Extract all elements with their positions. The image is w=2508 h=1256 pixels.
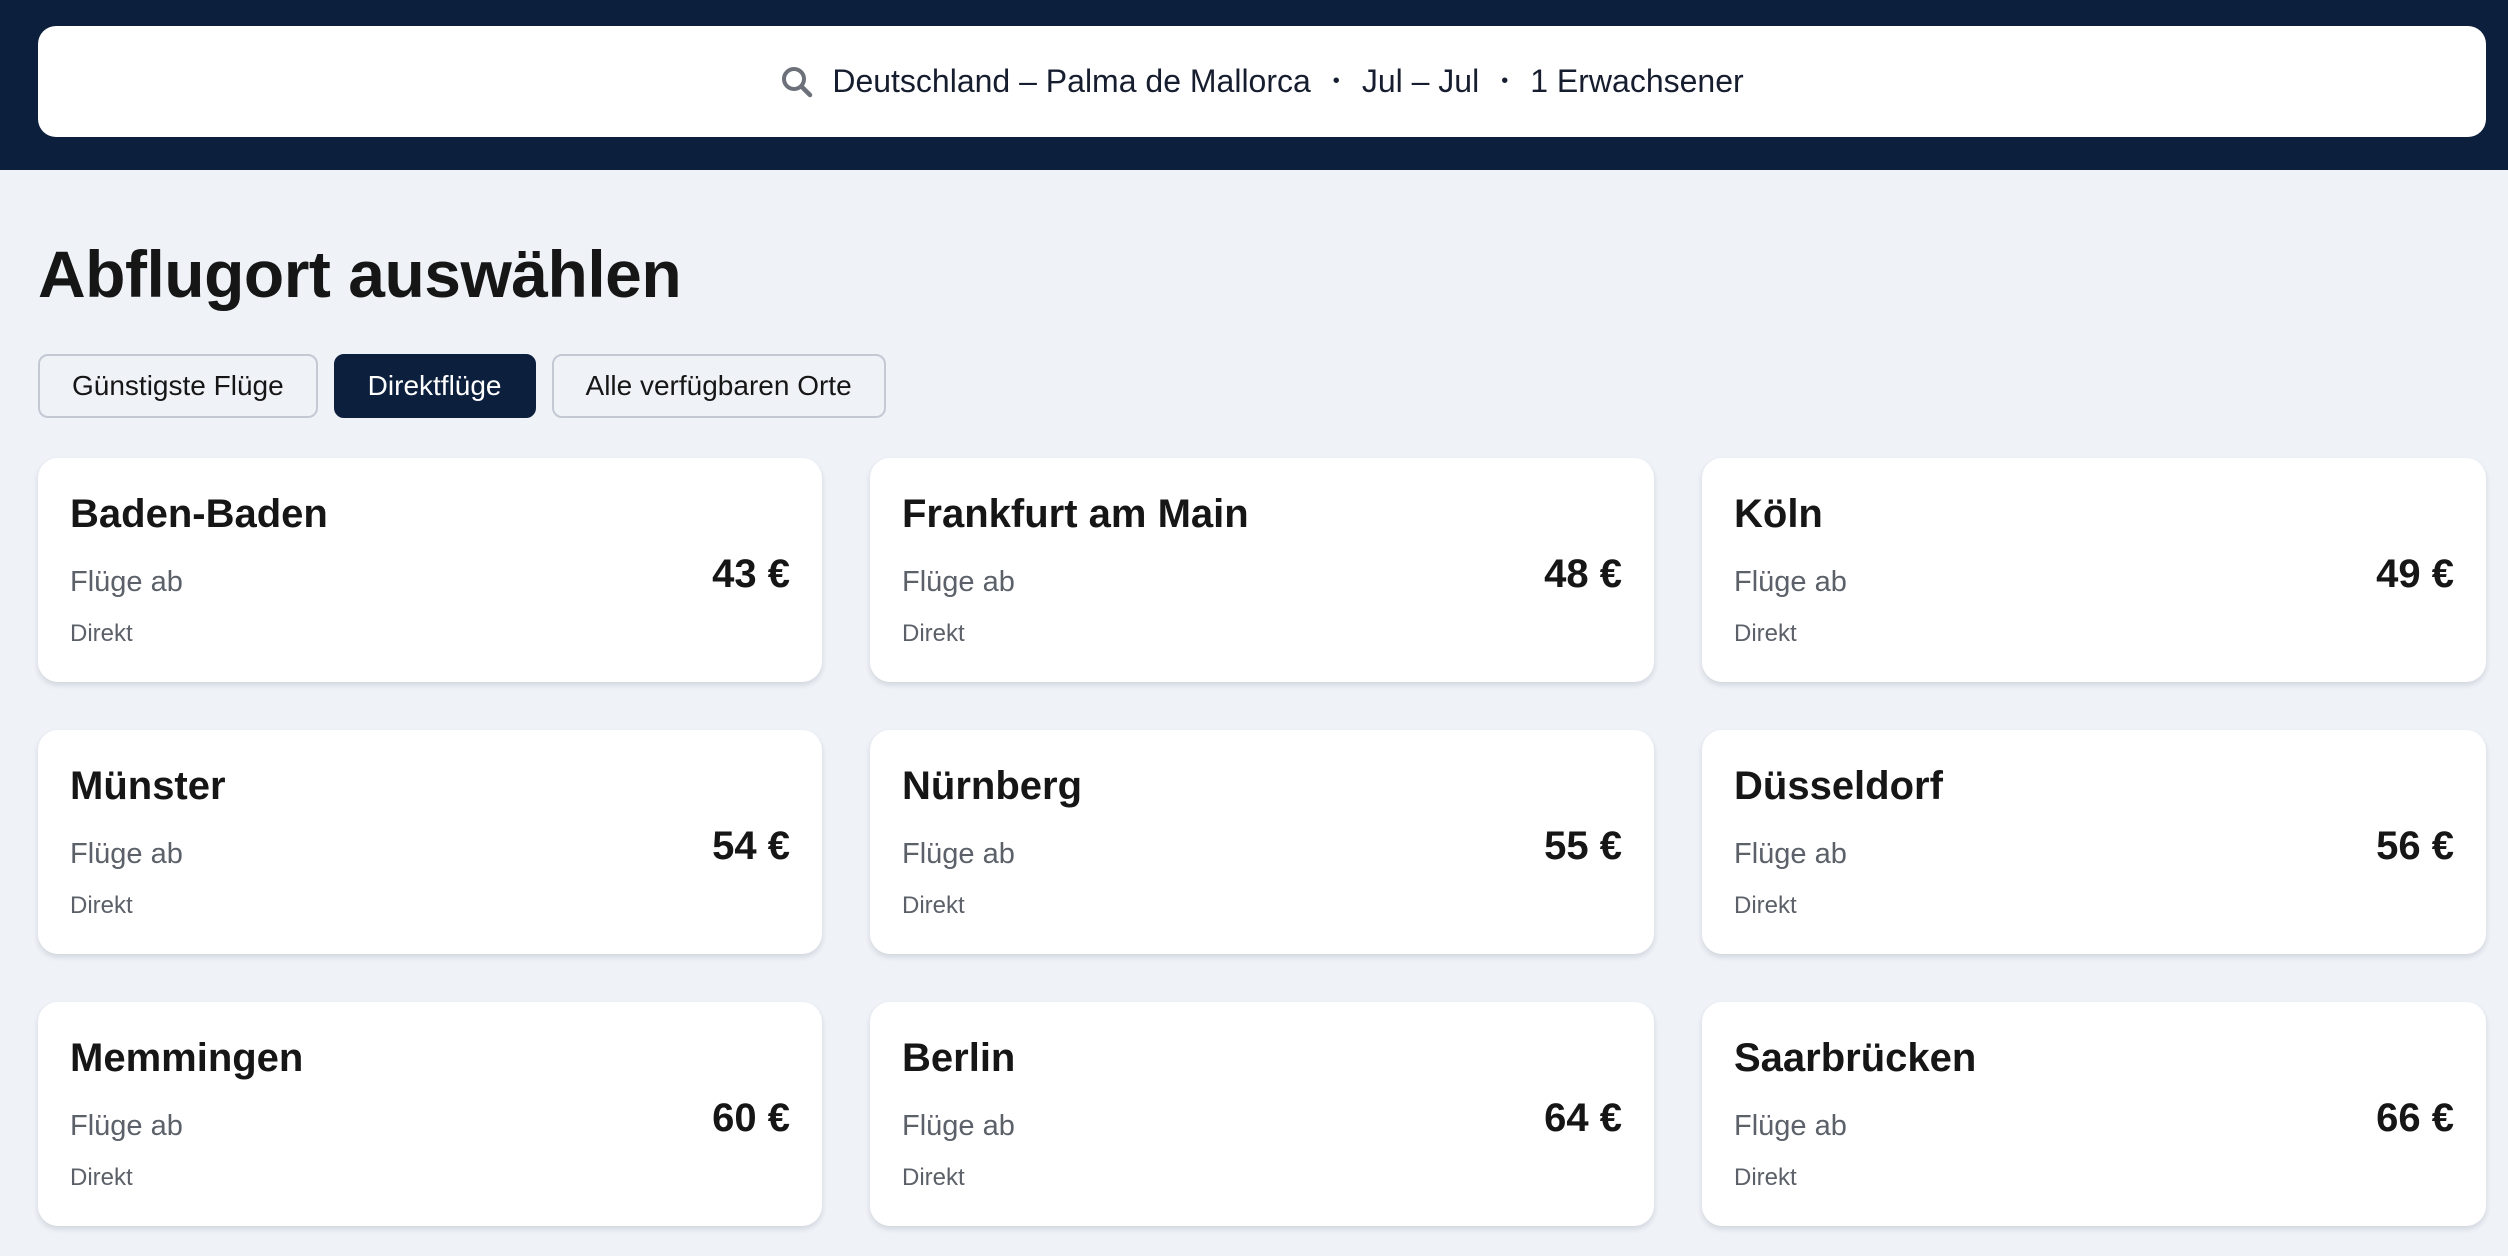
card-city: Saarbrücken	[1734, 1036, 1977, 1080]
card-stops: Direkt	[70, 1164, 133, 1191]
card-price: 55 €	[1544, 824, 1622, 868]
card-stops: Direkt	[1734, 892, 1797, 919]
result-card[interactable]: Köln Flüge ab 49 € Direkt	[1702, 458, 2486, 682]
card-stops: Direkt	[70, 892, 133, 919]
card-from-label: Flüge ab	[902, 838, 1015, 870]
result-card[interactable]: Saarbrücken Flüge ab 66 € Direkt	[1702, 1002, 2486, 1226]
card-from-label: Flüge ab	[1734, 566, 1847, 598]
result-card[interactable]: Memmingen Flüge ab 60 € Direkt	[38, 1002, 822, 1226]
result-card[interactable]: Baden-Baden Flüge ab 43 € Direkt	[38, 458, 822, 682]
card-city: Frankfurt am Main	[902, 492, 1249, 536]
card-price: 56 €	[2376, 824, 2454, 868]
results-grid: Baden-Baden Flüge ab 43 € Direkt Frankfu…	[38, 458, 2486, 1226]
search-route: Deutschland – Palma de Mallorca	[832, 63, 1311, 99]
page-title: Abflugort auswählen	[38, 237, 682, 311]
card-from-label: Flüge ab	[70, 566, 183, 598]
card-city: Düsseldorf	[1734, 764, 1943, 808]
card-from-label: Flüge ab	[1734, 1110, 1847, 1142]
card-city: Berlin	[902, 1036, 1016, 1080]
filter-direct[interactable]: Direktflüge	[333, 354, 536, 418]
card-city: Köln	[1734, 492, 1823, 536]
card-stops: Direkt	[902, 892, 965, 919]
result-card[interactable]: Frankfurt am Main Flüge ab 48 € Direkt	[870, 458, 1654, 682]
card-city: Baden-Baden	[70, 492, 328, 536]
search-travellers: 1 Erwachsener	[1530, 63, 1744, 99]
card-price: 43 €	[712, 552, 790, 596]
filter-all-locations[interactable]: Alle verfügbaren Orte	[551, 354, 886, 418]
card-price: 64 €	[1544, 1096, 1622, 1140]
card-price: 54 €	[712, 824, 790, 868]
card-stops: Direkt	[70, 620, 133, 647]
card-stops: Direkt	[1734, 620, 1797, 647]
result-card[interactable]: Nürnberg Flüge ab 55 € Direkt	[870, 730, 1654, 954]
search-summary-bar[interactable]: Deutschland – Palma de Mallorca • Jul – …	[38, 26, 2486, 137]
card-city: Memmingen	[70, 1036, 304, 1080]
card-price: 49 €	[2376, 552, 2454, 596]
card-stops: Direkt	[902, 1164, 965, 1191]
search-dates: Jul – Jul	[1361, 63, 1480, 99]
card-stops: Direkt	[902, 620, 965, 647]
card-price: 48 €	[1544, 552, 1622, 596]
result-card[interactable]: Münster Flüge ab 54 € Direkt	[38, 730, 822, 954]
card-price: 66 €	[2376, 1096, 2454, 1140]
result-card[interactable]: Düsseldorf Flüge ab 56 € Direkt	[1702, 730, 2486, 954]
card-from-label: Flüge ab	[902, 566, 1015, 598]
card-from-label: Flüge ab	[70, 1110, 183, 1142]
card-from-label: Flüge ab	[902, 1110, 1015, 1142]
separator-dot: •	[1501, 70, 1509, 92]
card-city: Münster	[70, 764, 226, 808]
filter-chips: Günstigste Flüge Direktflüge Alle verfüg…	[38, 354, 886, 418]
separator-dot: •	[1332, 70, 1340, 92]
card-from-label: Flüge ab	[70, 838, 183, 870]
header: Deutschland – Palma de Mallorca • Jul – …	[0, 0, 2508, 170]
result-card[interactable]: Berlin Flüge ab 64 € Direkt	[870, 1002, 1654, 1226]
search-icon	[780, 65, 814, 99]
card-city: Nürnberg	[902, 764, 1082, 808]
card-price: 60 €	[712, 1096, 790, 1140]
card-from-label: Flüge ab	[1734, 838, 1847, 870]
card-stops: Direkt	[1734, 1164, 1797, 1191]
filter-cheapest[interactable]: Günstigste Flüge	[38, 354, 318, 418]
